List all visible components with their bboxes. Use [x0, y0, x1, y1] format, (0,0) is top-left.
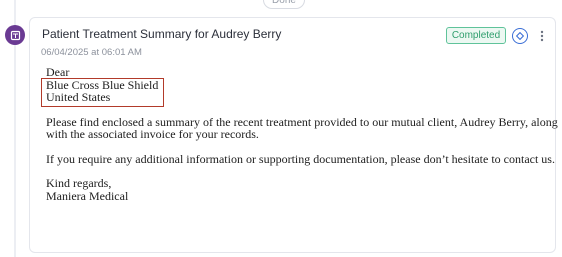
activity-avatar [5, 25, 25, 45]
letter-signature: Maniera Medical [46, 188, 129, 203]
letter-body: Dear Blue Cross Blue Shield United State… [46, 65, 558, 203]
letter-recipient-name: Blue Cross Blue Shield [46, 77, 159, 92]
letter-paragraph-1-line-2: with the associated invoice for your rec… [46, 127, 259, 141]
diamond-button[interactable] [512, 28, 528, 44]
diamond-icon [516, 32, 524, 40]
status-badge: Completed [446, 27, 506, 44]
card-timestamp: 06/04/2025 at 06:01 AM [41, 47, 142, 58]
card-title: Patient Treatment Summary for Audrey Ber… [42, 27, 282, 41]
vertical-ellipsis-icon [540, 30, 544, 42]
letter-closing: Kind regards, [46, 176, 112, 190]
activity-card: Patient Treatment Summary for Audrey Ber… [29, 17, 558, 253]
letter-recipient-country: United States [46, 90, 111, 104]
status-pill-done: Done [263, 0, 305, 9]
more-options-button[interactable] [534, 28, 550, 44]
letter-paragraph-2: If you require any additional informatio… [46, 151, 555, 166]
letter-salutation: Dear [46, 65, 70, 79]
document-icon [10, 30, 20, 40]
